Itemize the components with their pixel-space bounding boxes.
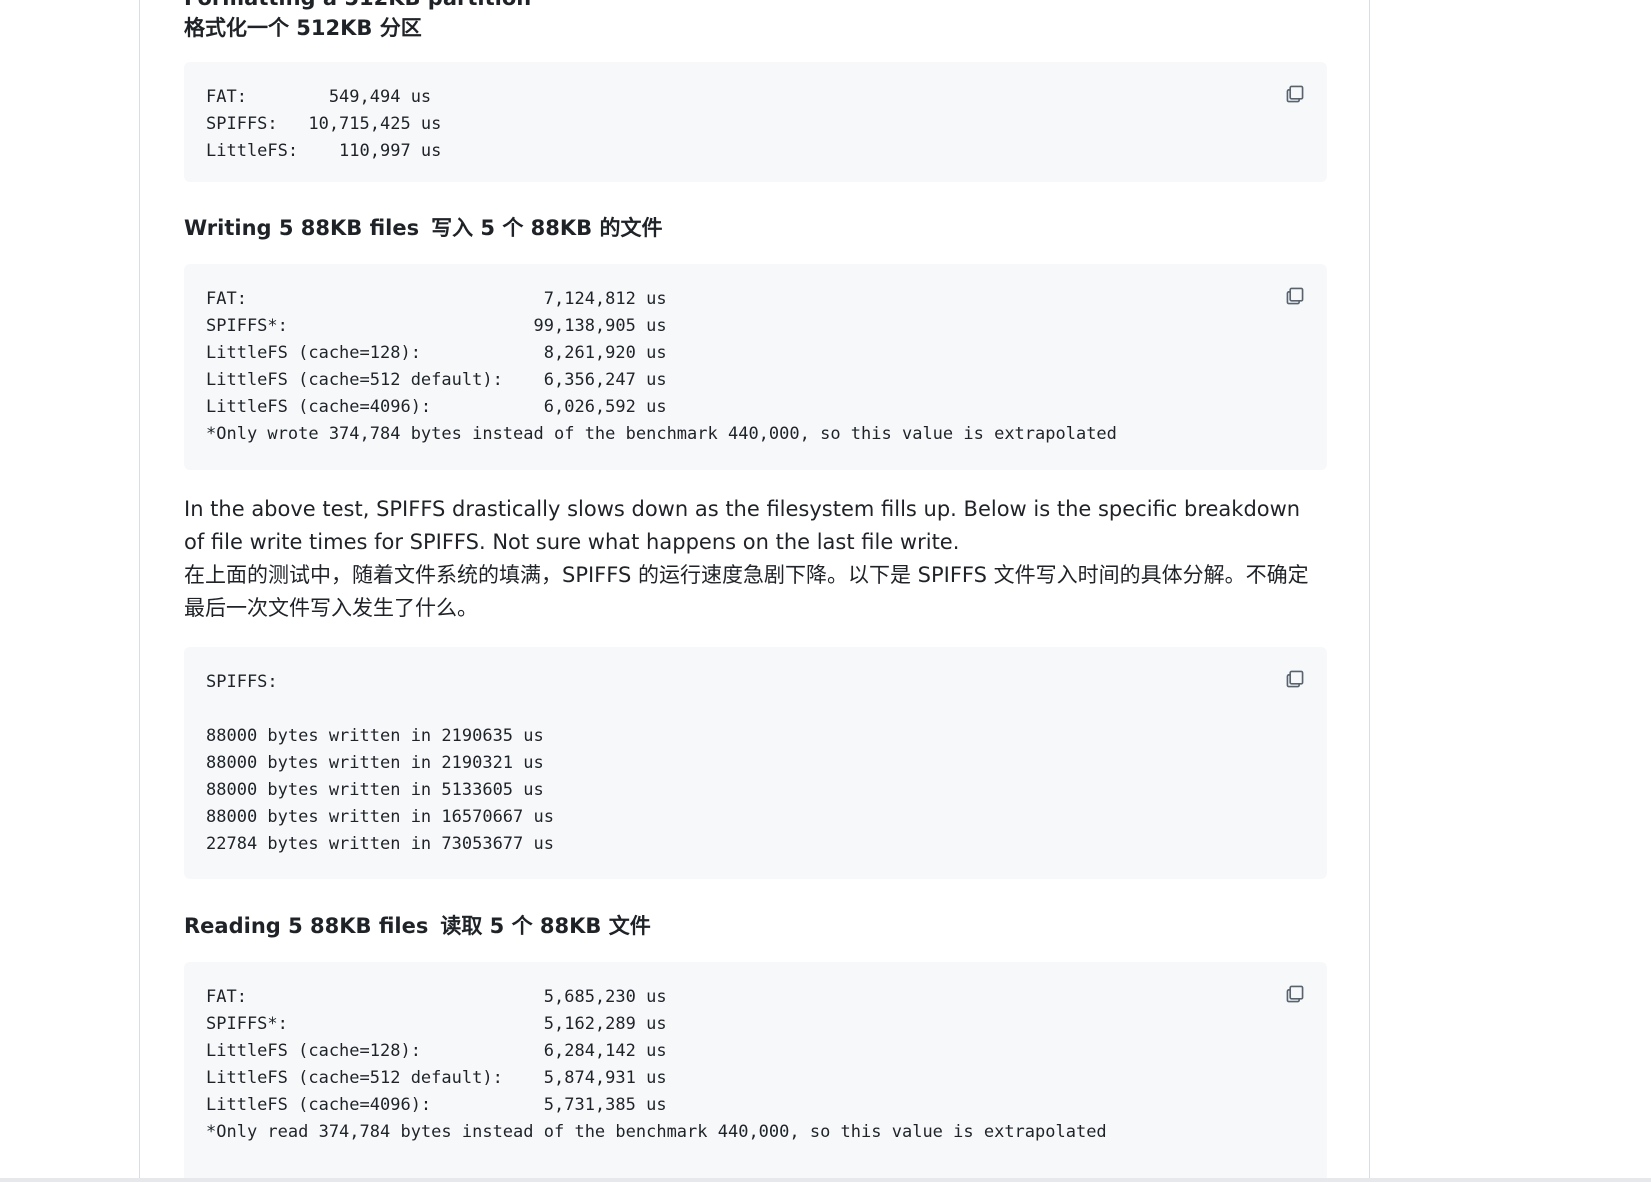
copy-icon xyxy=(1286,985,1304,1003)
copy-button-read[interactable] xyxy=(1277,976,1313,1012)
heading-read: Reading 5 88KB files 读取 5 个 88KB 文件 xyxy=(184,911,1327,941)
copy-button-spiffs-breakdown[interactable] xyxy=(1277,661,1313,697)
code-block-read: FAT: 5,685,230 us SPIFFS*: 5,162,289 us … xyxy=(184,962,1327,1182)
copy-button-write[interactable] xyxy=(1277,278,1313,314)
heading-format-zh: 格式化一个 512KB 分区 xyxy=(184,13,1327,43)
paragraph-spiffs-note: In the above test, SPIFFS drastically sl… xyxy=(184,493,1327,625)
heading-write-en: Writing 5 88KB files xyxy=(184,216,420,240)
heading-read-en: Reading 5 88KB files xyxy=(184,914,429,938)
code-spiffs-breakdown: SPIFFS: 88000 bytes written in 2190635 u… xyxy=(206,672,554,854)
heading-format-zh-text: 格式化一个 512KB 分区 xyxy=(184,16,422,40)
article-container: Formatting a 512KB partition 格式化一个 512KB… xyxy=(139,0,1370,1182)
copy-icon xyxy=(1286,670,1304,688)
code-read: FAT: 5,685,230 us SPIFFS*: 5,162,289 us … xyxy=(206,987,1107,1142)
heading-write: Writing 5 88KB files 写入 5 个 88KB 的文件 xyxy=(184,213,1327,243)
code-block-write: FAT: 7,124,812 us SPIFFS*: 99,138,905 us… xyxy=(184,264,1327,470)
code-block-spiffs-breakdown: SPIFFS: 88000 bytes written in 2190635 u… xyxy=(184,647,1327,879)
copy-button-format[interactable] xyxy=(1277,76,1313,112)
paragraph-spiffs-note-en: In the above test, SPIFFS drastically sl… xyxy=(184,497,1301,554)
code-format: FAT: 549,494 us SPIFFS: 10,715,425 us Li… xyxy=(206,87,442,161)
bottom-divider xyxy=(0,1178,1651,1182)
paragraph-spiffs-note-zh: 在上面的测试中，随着文件系统的填满，SPIFFS 的运行速度急剧下降。以下是 S… xyxy=(184,563,1309,620)
heading-format-en-text: Formatting a 512KB partition xyxy=(184,0,531,10)
heading-write-zh: 写入 5 个 88KB 的文件 xyxy=(431,216,663,240)
code-block-format: FAT: 549,494 us SPIFFS: 10,715,425 us Li… xyxy=(184,62,1327,182)
code-write: FAT: 7,124,812 us SPIFFS*: 99,138,905 us… xyxy=(206,289,1117,444)
heading-format-en: Formatting a 512KB partition xyxy=(184,0,1327,13)
copy-icon xyxy=(1286,85,1304,103)
copy-icon xyxy=(1286,287,1304,305)
heading-read-zh: 读取 5 个 88KB 文件 xyxy=(440,914,651,938)
